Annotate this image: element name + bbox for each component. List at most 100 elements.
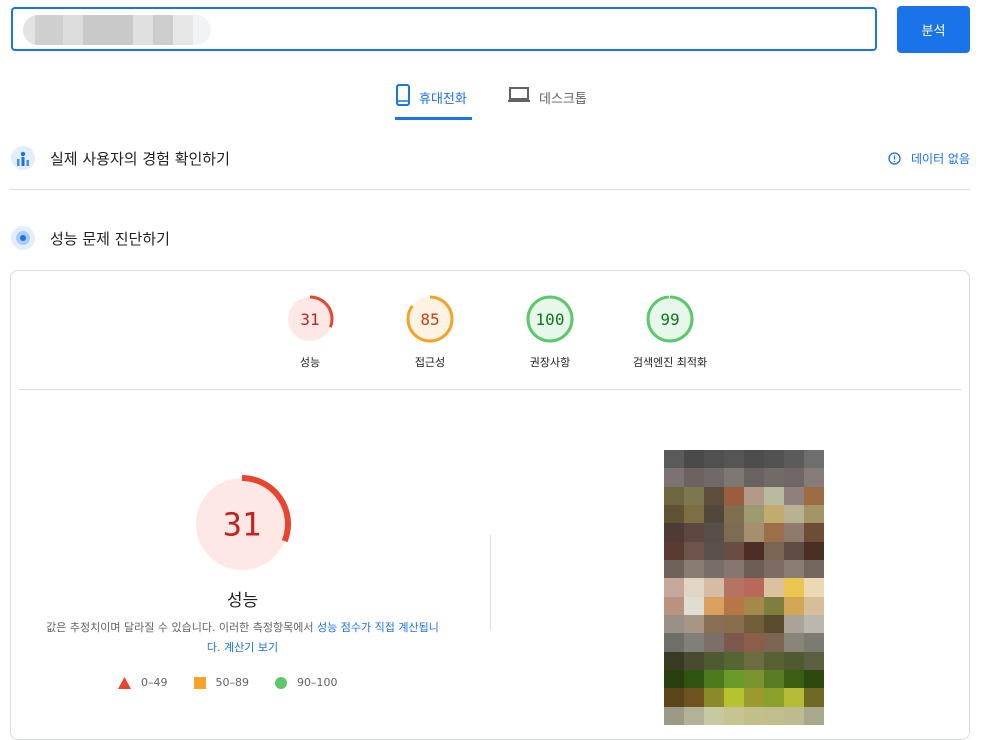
screenshot-pixel [664,633,684,652]
screenshot-pixel [784,523,804,542]
screenshot-pixel [724,560,744,579]
screenshot-pixel [684,541,704,560]
screenshot-pixel [744,688,764,707]
screenshot-pixel [764,670,784,689]
screenshot-pixel [764,596,784,615]
screenshot-pixel [724,541,744,560]
screenshot-pixel [744,596,764,615]
performance-gauge-icon: 31 [286,295,334,343]
screenshot-pixel [664,450,684,469]
screenshot-pixel [704,560,724,579]
screenshot-pixel [784,651,804,670]
screenshot-pixel [724,505,744,524]
screenshot-pixel [724,578,744,597]
screenshot-pixel [664,523,684,542]
screenshot-pixel [684,578,704,597]
screenshot-pixel [744,541,764,560]
accessibility-gauge-icon: 85 [406,295,454,343]
screenshot-pixel [664,486,684,505]
screenshot-pixel [664,651,684,670]
score-legend: 0–49 50–89 90–100 [118,676,338,689]
screenshot-pixel [764,505,784,524]
score-label: 검색엔진 최적화 [632,356,708,369]
gauge-score-text: 31 [223,506,262,544]
screenshot-pixel [764,541,784,560]
gauge-score-text: 31 [300,310,319,329]
score-gauge-best-practices[interactable]: 100 권장사항 [490,294,610,370]
score-gauge-accessibility[interactable]: 85 접근성 [370,294,490,370]
screenshot-pixel [664,505,684,524]
screenshot-pixel [704,633,724,652]
score-label: 성능 [299,356,321,369]
screenshot-pixel [684,596,704,615]
screenshot-pixel [784,541,804,560]
screenshot-pixel [684,468,704,487]
screenshot-pixel [764,486,784,505]
screenshot-pixel [664,706,684,725]
screenshot-pixel [724,615,744,634]
screenshot-pixel [684,633,704,652]
score-gauge-performance[interactable]: 31 성능 [250,294,370,370]
analyze-button[interactable]: 분석 [897,6,970,53]
screenshot-pixel [704,523,724,542]
screenshot-pixel [664,541,684,560]
screenshot-pixel [804,615,824,634]
diagnose-section: 성능 문제 진단하기 [10,225,970,251]
screenshot-pixel [684,523,704,542]
screenshot-pixel [804,651,824,670]
screenshot-pixel [724,651,744,670]
screenshot-pixel [804,560,824,579]
screenshot-pixel [744,450,764,469]
score-label: 접근성 [414,356,446,369]
screenshot-pixel [684,486,704,505]
card-divider [19,389,961,390]
tab-desktop-label: 데스크톱 [539,92,587,107]
performance-big-gauge: 31 [193,475,291,573]
screenshot-pixel [684,615,704,634]
screenshot-pixel [684,560,704,579]
screenshot-pixel [804,670,824,689]
screenshot-pixel [744,633,764,652]
score-gauge-seo[interactable]: 99 검색엔진 최적화 [610,294,730,370]
screenshot-pixel [664,615,684,634]
users-chart-icon [11,146,35,170]
screenshot-pixel [704,541,724,560]
calculator-link[interactable]: 계산기 보기 [224,641,278,654]
screenshot-pixel [684,450,704,469]
best-practices-gauge-icon: 100 [526,295,574,343]
screenshot-pixel [724,596,744,615]
screenshot-pixel [704,450,724,469]
screenshot-pixel [724,706,744,725]
screenshot-pixel [784,578,804,597]
blurred-url-text [23,15,211,45]
laptop-icon [508,87,530,102]
screenshot-pixel [744,560,764,579]
screenshot-pixel [744,670,764,689]
screenshot-pixel [704,615,724,634]
url-input[interactable] [11,7,877,51]
diagnose-title: 성능 문제 진단하기 [50,229,170,248]
no-data-link[interactable]: 데이터 없음 [888,150,970,167]
legend-fail: 0–49 [118,676,168,689]
screenshot-pixel [724,486,744,505]
performance-title: 성능 [226,591,259,611]
square-icon [193,676,206,689]
screenshot-pixel [784,505,804,524]
circle-icon [275,676,287,689]
screenshot-pixel [704,578,724,597]
screenshot-pixel [804,541,824,560]
field-data-title: 실제 사용자의 경험 확인하기 [50,149,230,168]
vertical-divider [490,535,491,630]
seo-gauge-icon: 99 [646,295,694,343]
tab-desktop[interactable]: 데스크톱 [507,84,587,120]
screenshot-pixel [744,523,764,542]
screenshot-pixel [764,706,784,725]
screenshot-pixel [724,468,744,487]
screenshot-pixel [704,505,724,524]
screenshot-pixel [784,596,804,615]
screenshot-pixel [744,578,764,597]
screenshot-pixel [664,560,684,579]
screenshot-pixel [744,706,764,725]
tab-mobile[interactable]: 휴대전화 [395,84,472,120]
screenshot-pixel [744,486,764,505]
